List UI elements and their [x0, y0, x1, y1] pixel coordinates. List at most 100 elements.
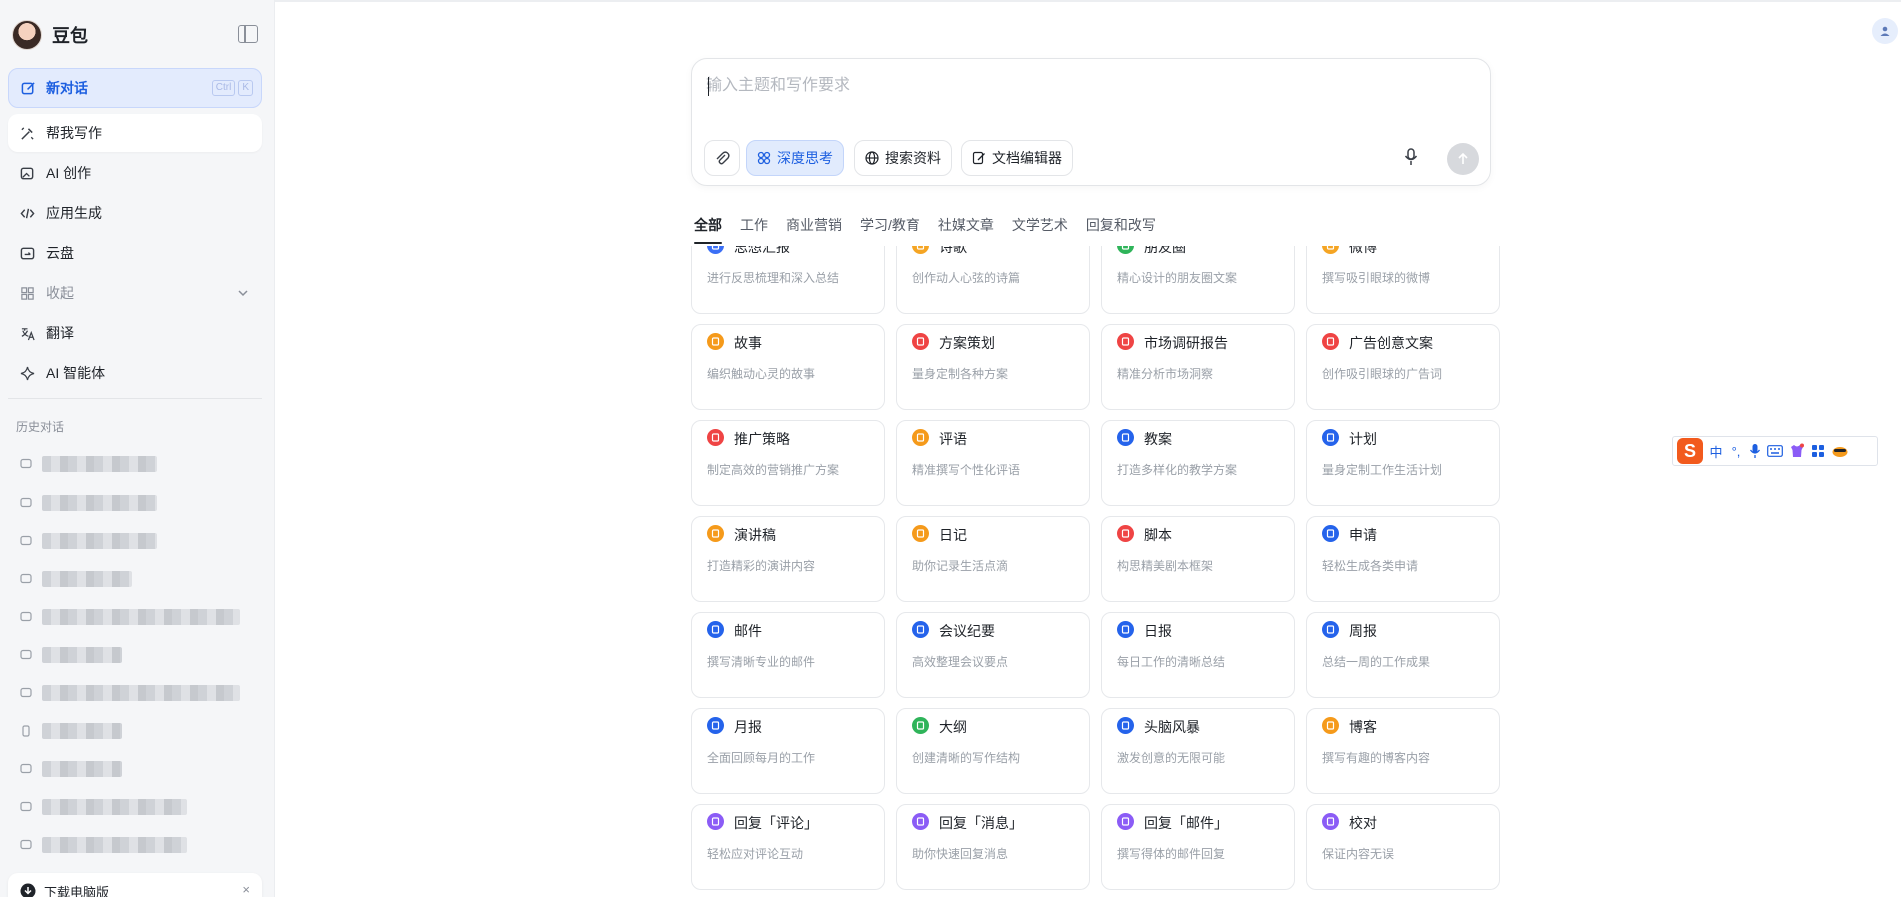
tab-marketing[interactable]: 商业营销: [786, 216, 842, 244]
template-card[interactable]: 头脑风暴 激发创意的无限可能: [1101, 708, 1295, 794]
sidebar-item-app-gen[interactable]: 应用生成: [8, 194, 262, 232]
template-card[interactable]: 校对 保证内容无误: [1306, 804, 1500, 890]
prompt-input[interactable]: [706, 73, 1406, 99]
template-card[interactable]: 脚本 构思精美剧本框架: [1101, 516, 1295, 602]
template-icon: [912, 813, 929, 830]
template-card[interactable]: 计划 量身定制工作生活计划: [1306, 420, 1500, 506]
send-button[interactable]: [1447, 143, 1479, 175]
history-item[interactable]: ████████████████: [20, 796, 260, 818]
history-item[interactable]: ████████████: [20, 530, 260, 552]
chat-bubble-icon: [20, 611, 32, 622]
sidebar-item-writing[interactable]: 帮我写作: [8, 114, 262, 152]
tab-all[interactable]: 全部: [694, 216, 722, 244]
template-icon: [1117, 429, 1134, 446]
template-card[interactable]: 故事编织触动心灵的故事: [691, 324, 885, 410]
template-card[interactable]: 朋友圈 精心设计的朋友圈文案: [1101, 246, 1295, 314]
template-description: 编织触动心灵的故事: [707, 367, 816, 381]
sidebar-toggle-icon[interactable]: [238, 25, 258, 43]
template-title: 计划: [1349, 431, 1377, 447]
template-card[interactable]: 大纲 创建清晰的写作结构: [896, 708, 1090, 794]
template-card[interactable]: 诗歌 创作动人心弦的诗篇: [896, 246, 1090, 314]
brand[interactable]: 豆包: [12, 17, 88, 53]
history-item[interactable]: ████████████████: [20, 834, 260, 856]
download-desktop-banner[interactable]: 下载电脑版 ×: [8, 873, 262, 897]
template-card[interactable]: 演讲稿 打造精彩的演讲内容: [691, 516, 885, 602]
tab-work[interactable]: 工作: [740, 216, 768, 244]
paperclip-icon: [716, 151, 730, 165]
sidebar-item-cloud-drive[interactable]: 云盘: [8, 234, 262, 272]
template-title: 故事: [734, 335, 762, 351]
sidebar-item-label: 翻译: [46, 325, 74, 341]
sidebar-item-collapse[interactable]: 收起: [8, 274, 262, 312]
history-item[interactable]: ████████: [20, 644, 260, 666]
code-icon: [18, 204, 36, 222]
template-card[interactable]: 广告创意文案 创作吸引眼球的广告词: [1306, 324, 1500, 410]
ime-punctuation[interactable]: °,: [1729, 444, 1743, 459]
template-card[interactable]: 会议纪要 高效整理会议要点: [896, 612, 1090, 698]
template-title: 评语: [939, 431, 967, 447]
ime-keyboard-icon[interactable]: [1767, 445, 1783, 457]
ime-mode[interactable]: 中: [1709, 442, 1723, 461]
template-icon: [1117, 525, 1134, 542]
history-item[interactable]: ████████████████████████: [20, 682, 260, 704]
template-card[interactable]: 邮件 撰写清晰专业的邮件: [691, 612, 885, 698]
template-card[interactable]: 日记 助你记录生活点滴: [896, 516, 1090, 602]
search-sources-toggle[interactable]: 搜索资料: [854, 140, 952, 176]
ime-skin-icon[interactable]: [1789, 443, 1805, 459]
template-description: 每日工作的清晰总结: [1117, 655, 1226, 669]
tab-literature[interactable]: 文学艺术: [1012, 216, 1068, 244]
template-card[interactable]: 回复「消息」 助你快速回复消息: [896, 804, 1090, 890]
tab-reply-rewrite[interactable]: 回复和改写: [1086, 216, 1156, 244]
history-item[interactable]: ████████████: [20, 492, 260, 514]
deep-think-toggle[interactable]: 深度思考: [746, 140, 844, 176]
template-title: 回复「消息」: [939, 815, 1023, 831]
template-card[interactable]: 回复「评论」 轻松应对评论互动: [691, 804, 885, 890]
history-item[interactable]: ████████: [20, 720, 260, 742]
composer: 深度思考 搜索资料 文档编辑器: [691, 58, 1491, 186]
template-title: 教案: [1144, 431, 1172, 447]
history-item[interactable]: ██████████: [20, 568, 260, 590]
history-item[interactable]: ████████████: [20, 453, 260, 475]
sidebar-item-label: 帮我写作: [46, 125, 102, 141]
template-card[interactable]: 回复「邮件」 撰写得体的邮件回复: [1101, 804, 1295, 890]
shortcut-key-ctrl: Ctrl: [211, 80, 236, 96]
ime-mic-icon[interactable]: [1749, 443, 1761, 459]
ime-toolbar[interactable]: S 中 °,: [1672, 436, 1878, 466]
template-card[interactable]: 评语精准撰写个性化评语: [896, 420, 1090, 506]
template-card[interactable]: 周报 总结一周的工作成果: [1306, 612, 1500, 698]
history-item-title: ██████████: [42, 571, 132, 587]
ime-logo: S: [1677, 438, 1703, 464]
template-card[interactable]: 市场调研报告 精准分析市场洞察: [1101, 324, 1295, 410]
sidebar-item-ai-create[interactable]: AI 创作: [8, 154, 262, 192]
tab-social[interactable]: 社媒文章: [938, 216, 994, 244]
template-card[interactable]: 微博 撰写吸引眼球的微博: [1306, 246, 1500, 314]
history-item[interactable]: ████████: [20, 758, 260, 780]
history-item-title: ████████████████████████: [42, 685, 240, 701]
template-card[interactable]: 推广策略 制定高效的营销推广方案: [691, 420, 885, 506]
template-card[interactable]: 方案策划 量身定制各种方案: [896, 324, 1090, 410]
sidebar-item-translate[interactable]: 翻译: [8, 314, 262, 352]
new-chat-button[interactable]: 新对话 Ctrl K: [8, 68, 262, 108]
template-card[interactable]: 教案 打造多样化的教学方案: [1101, 420, 1295, 506]
sidebar-item-label: 云盘: [46, 245, 74, 261]
ime-mascot-icon[interactable]: [1831, 444, 1849, 458]
attach-button[interactable]: [704, 140, 740, 176]
translate-icon: [18, 324, 36, 342]
template-card[interactable]: 日报 每日工作的清晰总结: [1101, 612, 1295, 698]
user-profile-button[interactable]: [1872, 18, 1898, 44]
doc-editor-button[interactable]: 文档编辑器: [961, 140, 1073, 176]
template-icon: [912, 429, 929, 446]
search-sources-label: 搜索资料: [885, 150, 941, 166]
tab-education[interactable]: 学习/教育: [860, 216, 920, 244]
sidebar-item-ai-agent[interactable]: AI 智能体: [8, 354, 262, 392]
history-item[interactable]: ████████████████████████: [20, 606, 260, 628]
template-card[interactable]: 博客 撰写有趣的博客内容: [1306, 708, 1500, 794]
ime-apps-icon[interactable]: [1811, 444, 1825, 458]
close-icon[interactable]: ×: [242, 882, 250, 897]
template-icon: [707, 246, 724, 254]
template-description: 精准撰写个性化评语: [912, 463, 1021, 477]
template-card[interactable]: 思想汇报 进行反思梳理和深入总结: [691, 246, 885, 314]
template-card[interactable]: 月报 全面回顾每月的工作: [691, 708, 885, 794]
template-card[interactable]: 申请 轻松生成各类申请: [1306, 516, 1500, 602]
microphone-icon[interactable]: [1403, 148, 1419, 166]
